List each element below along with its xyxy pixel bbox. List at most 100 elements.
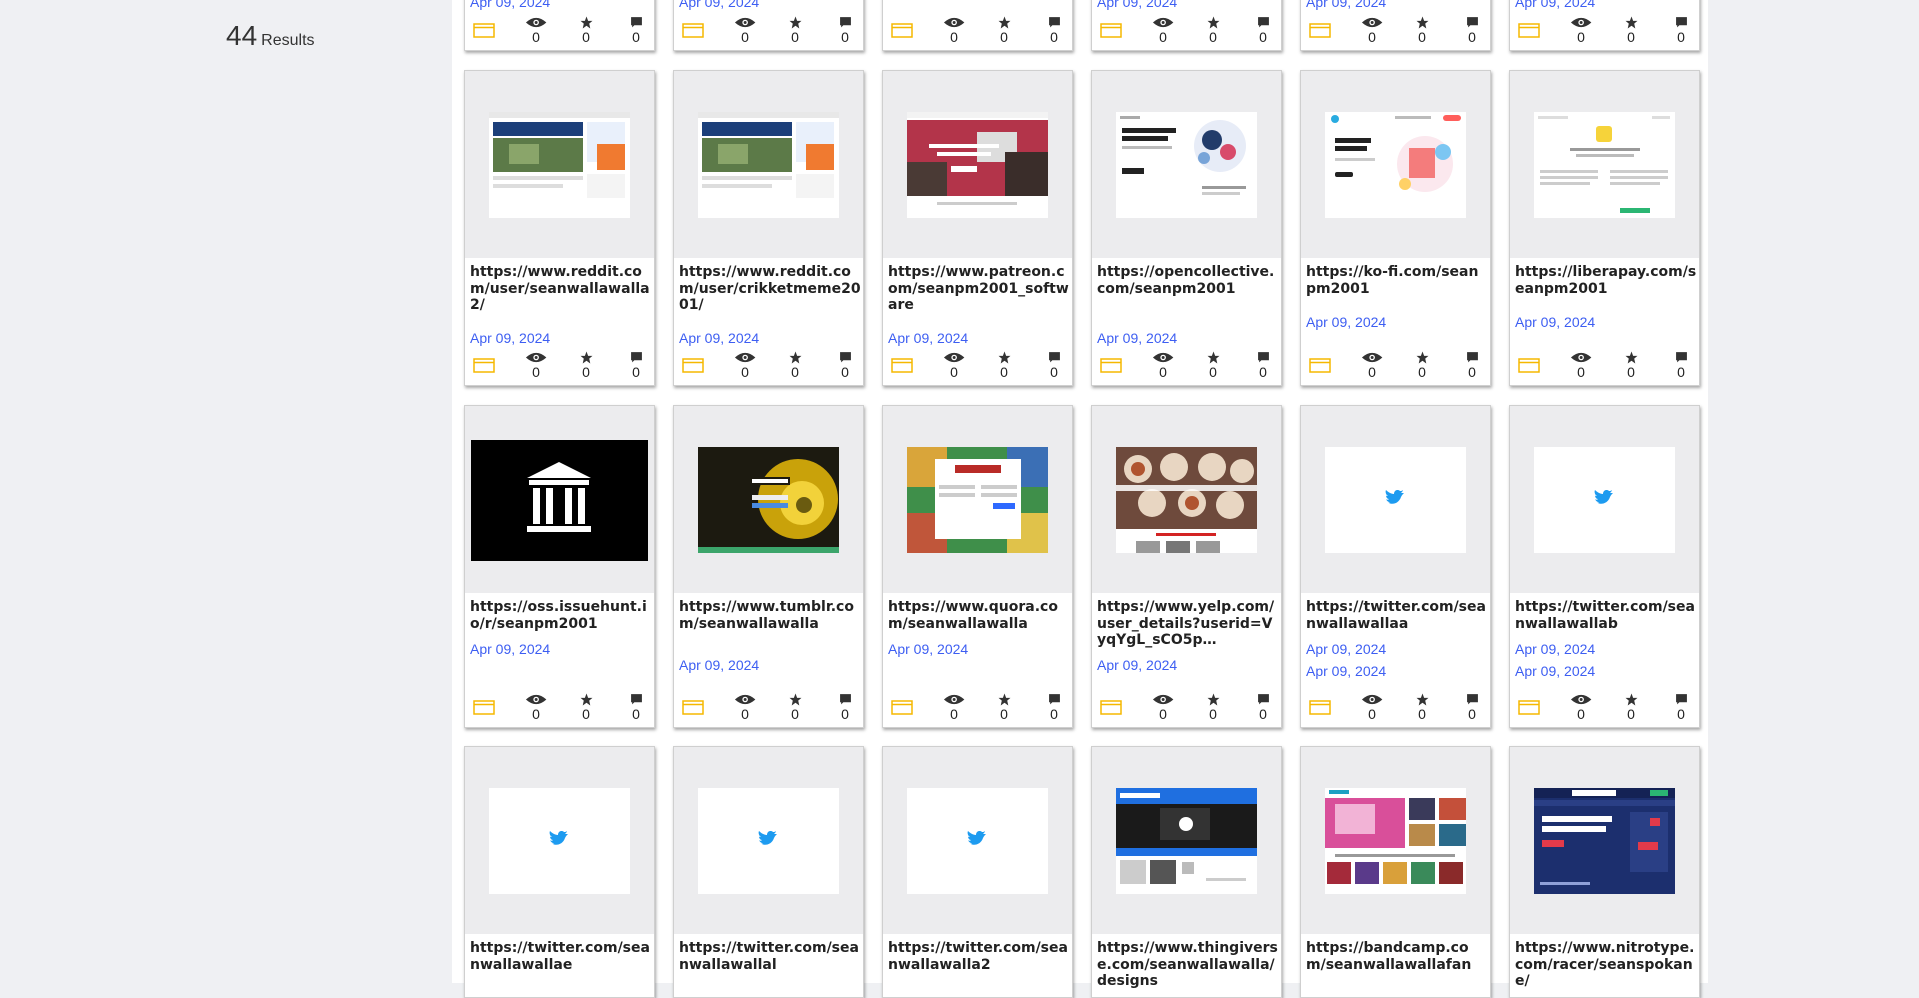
browser-window-icon[interactable] <box>1100 23 1122 38</box>
stars-stat[interactable]: 0 <box>783 16 807 45</box>
stars-stat[interactable]: 0 <box>992 351 1016 380</box>
result-card[interactable]: https://twitter.com/seanwallawallaa Apr … <box>1300 405 1491 728</box>
stars-stat[interactable]: 0 <box>574 693 598 722</box>
comments-stat[interactable]: 0 <box>1669 16 1693 45</box>
stars-stat[interactable]: 0 <box>1201 693 1225 722</box>
result-card[interactable]: https://oss.issuehunt.io/r/seanpm2001 Ap… <box>464 405 655 728</box>
result-card[interactable]: https://www.thingiverse.com/seanwallawal… <box>1091 746 1282 998</box>
card-thumbnail[interactable] <box>674 71 863 258</box>
browser-window-icon[interactable] <box>891 700 913 715</box>
stars-stat[interactable]: 0 <box>1410 16 1434 45</box>
stars-stat[interactable]: 0 <box>992 693 1016 722</box>
card-thumbnail[interactable] <box>1510 747 1699 934</box>
card-thumbnail[interactable] <box>1510 406 1699 593</box>
browser-window-icon[interactable] <box>1309 700 1331 715</box>
result-card[interactable]: Apr 09, 2024 0 0 0 <box>464 0 655 51</box>
browser-window-icon[interactable] <box>891 23 913 38</box>
browser-window-icon[interactable] <box>1518 23 1540 38</box>
card-url[interactable]: https://twitter.com/seanwallawallal <box>679 940 861 973</box>
browser-window-icon[interactable] <box>1309 358 1331 373</box>
card-url[interactable]: https://www.patreon.com/seanpm2001_softw… <box>888 264 1070 314</box>
browser-window-icon[interactable] <box>473 23 495 38</box>
comments-stat[interactable]: 0 <box>1251 693 1275 722</box>
result-card[interactable]: https://twitter.com/seanwallawalla2 <box>882 746 1073 998</box>
browser-window-icon[interactable] <box>682 358 704 373</box>
browser-window-icon[interactable] <box>1518 700 1540 715</box>
comments-stat[interactable]: 0 <box>1460 351 1484 380</box>
result-card[interactable]: Apr 09, 2024 0 0 0 <box>1300 0 1491 51</box>
browser-window-icon[interactable] <box>891 358 913 373</box>
stars-stat[interactable]: 0 <box>1619 16 1643 45</box>
browser-window-icon[interactable] <box>682 23 704 38</box>
browser-window-icon[interactable] <box>1518 358 1540 373</box>
comments-stat[interactable]: 0 <box>833 351 857 380</box>
stars-stat[interactable]: 0 <box>1410 351 1434 380</box>
result-card[interactable]: https://twitter.com/seanwallawallab Apr … <box>1509 405 1700 728</box>
card-thumbnail[interactable] <box>1301 406 1490 593</box>
card-url[interactable]: https://opencollective.com/seanpm2001 <box>1097 264 1279 297</box>
card-url[interactable]: https://bandcamp.com/seanwallawallafan <box>1306 940 1488 973</box>
card-url[interactable]: https://twitter.com/seanwallawallaa <box>1306 599 1488 632</box>
result-card[interactable]: https://www.quora.com/seanwallawalla Apr… <box>882 405 1073 728</box>
result-card[interactable]: Apr 09, 2024 0 0 0 <box>1091 0 1282 51</box>
result-card[interactable]: https://opencollective.com/seanpm2001 Ap… <box>1091 70 1282 386</box>
card-url[interactable]: https://www.quora.com/seanwallawalla <box>888 599 1070 632</box>
stars-stat[interactable]: 0 <box>574 351 598 380</box>
card-thumbnail[interactable] <box>1301 71 1490 258</box>
stars-stat[interactable]: 0 <box>574 16 598 45</box>
comments-stat[interactable]: 0 <box>1251 351 1275 380</box>
result-card[interactable]: https://ko-fi.com/seanpm2001 Apr 09, 202… <box>1300 70 1491 386</box>
comments-stat[interactable]: 0 <box>1669 351 1693 380</box>
card-url[interactable]: https://www.thingiverse.com/seanwallawal… <box>1097 940 1279 990</box>
card-url[interactable]: https://www.reddit.com/user/seanwallawal… <box>470 264 652 314</box>
browser-window-icon[interactable] <box>1309 23 1331 38</box>
card-url[interactable]: https://twitter.com/seanwallawalla2 <box>888 940 1070 973</box>
result-card[interactable]: 0 0 0 <box>882 0 1073 51</box>
result-card[interactable]: https://twitter.com/seanwallawallae <box>464 746 655 998</box>
card-thumbnail[interactable] <box>1092 406 1281 593</box>
result-card[interactable]: Apr 09, 2024 0 0 0 <box>1509 0 1700 51</box>
comments-stat[interactable]: 0 <box>624 351 648 380</box>
stars-stat[interactable]: 0 <box>783 351 807 380</box>
card-url[interactable]: https://www.reddit.com/user/crikketmeme2… <box>679 264 861 314</box>
card-thumbnail[interactable] <box>465 747 654 934</box>
card-thumbnail[interactable] <box>1092 71 1281 258</box>
result-card[interactable]: https://twitter.com/seanwallawallal <box>673 746 864 998</box>
card-url[interactable]: https://twitter.com/seanwallawallab <box>1515 599 1697 632</box>
comments-stat[interactable]: 0 <box>1460 16 1484 45</box>
stars-stat[interactable]: 0 <box>783 693 807 722</box>
stars-stat[interactable]: 0 <box>1619 693 1643 722</box>
stars-stat[interactable]: 0 <box>1201 16 1225 45</box>
card-thumbnail[interactable] <box>883 747 1072 934</box>
browser-window-icon[interactable] <box>682 700 704 715</box>
result-card[interactable]: https://bandcamp.com/seanwallawallafan <box>1300 746 1491 998</box>
card-thumbnail[interactable] <box>674 747 863 934</box>
result-card[interactable]: https://www.yelp.com/user_details?userid… <box>1091 405 1282 728</box>
card-thumbnail[interactable] <box>883 71 1072 258</box>
result-card[interactable]: https://www.nitrotype.com/racer/seanspok… <box>1509 746 1700 998</box>
card-thumbnail[interactable] <box>465 71 654 258</box>
card-thumbnail[interactable] <box>465 406 654 593</box>
browser-window-icon[interactable] <box>1100 358 1122 373</box>
result-card[interactable]: https://www.reddit.com/user/crikketmeme2… <box>673 70 864 386</box>
card-thumbnail[interactable] <box>883 406 1072 593</box>
stars-stat[interactable]: 0 <box>1201 351 1225 380</box>
card-url[interactable]: https://www.tumblr.com/seanwallawalla <box>679 599 861 632</box>
stars-stat[interactable]: 0 <box>1619 351 1643 380</box>
card-url[interactable]: https://www.nitrotype.com/racer/seanspok… <box>1515 940 1697 990</box>
card-url[interactable]: https://twitter.com/seanwallawallae <box>470 940 652 973</box>
card-thumbnail[interactable] <box>1510 71 1699 258</box>
comments-stat[interactable]: 0 <box>1251 16 1275 45</box>
comments-stat[interactable]: 0 <box>833 16 857 45</box>
result-card[interactable]: https://liberapay.com/seanpm2001 Apr 09,… <box>1509 70 1700 386</box>
comments-stat[interactable]: 0 <box>624 693 648 722</box>
result-card[interactable]: Apr 09, 2024 0 0 0 <box>673 0 864 51</box>
card-thumbnail[interactable] <box>1301 747 1490 934</box>
browser-window-icon[interactable] <box>473 700 495 715</box>
comments-stat[interactable]: 0 <box>1042 351 1066 380</box>
comments-stat[interactable]: 0 <box>624 16 648 45</box>
comments-stat[interactable]: 0 <box>1042 693 1066 722</box>
card-url[interactable]: https://oss.issuehunt.io/r/seanpm2001 <box>470 599 652 632</box>
browser-window-icon[interactable] <box>1100 700 1122 715</box>
card-url[interactable]: https://ko-fi.com/seanpm2001 <box>1306 264 1488 297</box>
